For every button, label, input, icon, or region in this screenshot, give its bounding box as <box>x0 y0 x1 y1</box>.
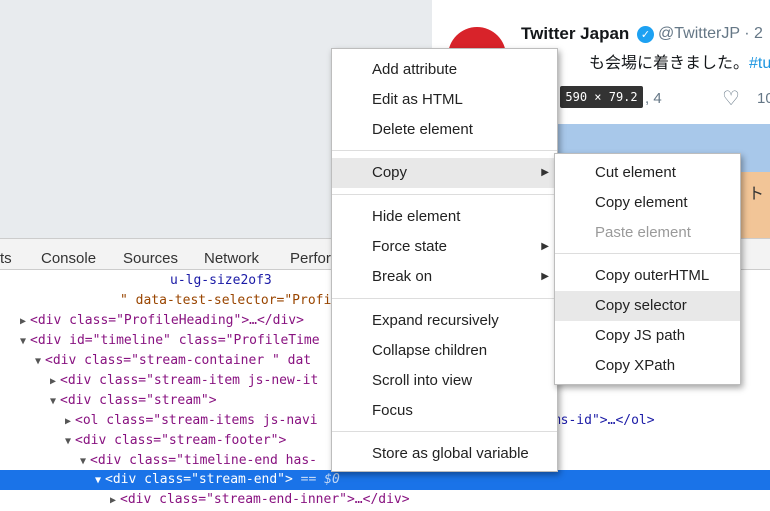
triangle-right-icon: ▶ <box>541 167 549 178</box>
dom-line-text: <div class="timeline-end has- <box>90 453 317 468</box>
triangle-right-icon: ▶ <box>541 241 549 252</box>
copy-submenu: Cut element Copy element Paste element C… <box>554 153 741 385</box>
dom-line-text: <div class="stream-footer"> <box>75 433 287 448</box>
dom-line[interactable]: ▼ <div id="timeline" class="ProfileTime <box>0 331 320 351</box>
menu-item-focus[interactable]: Focus <box>332 396 557 426</box>
expand-triangle-icon[interactable]: ▶ <box>65 412 75 432</box>
menu-item-cut-element[interactable]: Cut element <box>555 158 740 188</box>
menu-separator <box>332 194 557 195</box>
tweet-author-name[interactable]: Twitter Japan <box>521 24 629 44</box>
like-count: 10 <box>757 90 770 107</box>
menu-item-edit-as-html[interactable]: Edit as HTML <box>332 85 557 115</box>
element-size-tooltip: 590 × 79.2 <box>560 86 643 108</box>
dom-line[interactable]: ▼ <div class="stream-container " dat <box>0 351 311 371</box>
hashtag-link[interactable]: #tuj2 <box>749 55 770 72</box>
menu-item-copy[interactable]: Copy ▶ <box>332 158 557 188</box>
dom-line-selected[interactable]: ▼ <div class="stream-end"> == $0 <box>0 470 770 490</box>
tab-network[interactable]: Network <box>204 239 259 269</box>
console-var-hint: == $0 <box>292 472 340 487</box>
menu-item-paste-element: Paste element <box>595 224 691 241</box>
menu-item-copy-label: Copy <box>372 164 408 181</box>
menu-item-add-attribute[interactable]: Add attribute <box>332 55 557 85</box>
dom-line-text: <div id="timeline" class="ProfileTime <box>30 333 320 348</box>
menu-item-break-on[interactable]: Break on ▶ <box>332 262 557 292</box>
menu-separator <box>332 150 557 151</box>
verified-badge-icon: ✓ <box>637 26 654 43</box>
reply-count: , 4 <box>645 90 662 107</box>
expand-triangle-icon[interactable]: ▶ <box>110 491 120 511</box>
menu-item-expand-recursively[interactable]: Expand recursively <box>332 306 557 336</box>
tweet-text: も会場に着きました。#tuj2 <box>589 49 770 73</box>
collapse-triangle-icon[interactable]: ▼ <box>50 392 60 412</box>
menu-item-copy-outerhtml[interactable]: Copy outerHTML <box>555 261 740 291</box>
tweet-body: も会場に着きました。 <box>589 55 750 72</box>
dom-line-text: <div class="stream-container " dat <box>45 353 312 368</box>
dom-line[interactable]: ▶ <div class="ProfileHeading">…</div> <box>0 311 304 331</box>
dom-line-tail: ems-id">…</ol> <box>545 413 655 428</box>
menu-item-store-as-global[interactable]: Store as global variable <box>332 439 557 469</box>
heart-icon[interactable]: ♡ <box>722 86 740 110</box>
menu-item-copy-selector[interactable]: Copy selector <box>555 291 740 321</box>
dom-line[interactable]: ▶ <div class="stream-end-inner">…</div> <box>0 490 410 510</box>
menu-item-copy-element[interactable]: Copy element <box>555 188 740 218</box>
tab-console[interactable]: Console <box>41 239 96 269</box>
dom-line[interactable]: ▼ <div class="stream-footer"> <box>0 431 286 451</box>
dom-line-text: <div class="stream-item js-new-it <box>60 373 319 388</box>
dom-line[interactable]: " data-test-selector="Profi <box>0 291 331 311</box>
tab-performance[interactable]: Perfor <box>290 239 331 269</box>
dom-line-text: <div class="stream"> <box>60 393 217 408</box>
menu-item-collapse-children[interactable]: Collapse children <box>332 336 557 366</box>
menu-item-break-on-label: Break on <box>372 268 433 285</box>
dom-line-text: u-lg-size2of3 <box>170 273 272 288</box>
dom-line[interactable]: u-lg-size2of3 <box>0 271 272 291</box>
triangle-right-icon: ▶ <box>541 271 549 282</box>
menu-item-delete-element[interactable]: Delete element <box>332 115 557 145</box>
dom-line[interactable]: ▶ <div class="stream-item js-new-it <box>0 371 318 391</box>
tweet-handle[interactable]: @TwitterJP · 2 <box>658 25 763 43</box>
menu-separator <box>332 298 557 299</box>
expand-triangle-icon[interactable]: ▶ <box>50 372 60 392</box>
expand-triangle-icon[interactable]: ▶ <box>20 312 30 332</box>
dom-line-text: <div class="ProfileHeading">…</div> <box>30 313 304 328</box>
tab-sources[interactable]: Sources <box>123 239 178 269</box>
context-menu: Add attribute Edit as HTML Delete elemen… <box>331 48 558 472</box>
dom-line[interactable]: ▼ <div class="stream"> <box>0 391 217 411</box>
handle-text[interactable]: @TwitterJP <box>658 25 740 42</box>
collapse-triangle-icon[interactable]: ▼ <box>35 352 45 372</box>
menu-item-copy-xpath[interactable]: Copy XPath <box>555 351 740 381</box>
menu-item-hide-element[interactable]: Hide element <box>332 202 557 232</box>
dom-line-text: <ol class="stream-items js-navi <box>75 413 318 428</box>
dom-line-text: " data-test-selector="Profi <box>120 293 332 308</box>
collapse-triangle-icon[interactable]: ▼ <box>20 332 30 352</box>
menu-item-force-state[interactable]: Force state ▶ <box>332 232 557 262</box>
tab-elements[interactable]: ts <box>0 239 12 269</box>
menu-item-force-state-label: Force state <box>372 238 448 255</box>
dom-line[interactable]: ▼ <div class="timeline-end has- <box>0 451 317 471</box>
dom-line-text: <div class="stream-end"> <box>105 472 293 487</box>
collapse-triangle-icon[interactable]: ▼ <box>95 471 105 491</box>
tweet-time[interactable]: · 2 <box>744 25 763 42</box>
menu-item-copy-js-path[interactable]: Copy JS path <box>555 321 740 351</box>
dom-line-text: <div class="stream-end-inner">…</div> <box>120 492 410 507</box>
menu-item-scroll-into-view[interactable]: Scroll into view <box>332 366 557 396</box>
menu-separator <box>332 431 557 432</box>
collapse-triangle-icon[interactable]: ▼ <box>80 452 90 472</box>
menu-separator <box>555 253 740 254</box>
collapse-triangle-icon[interactable]: ▼ <box>65 432 75 452</box>
media-text: ト <box>748 184 765 203</box>
